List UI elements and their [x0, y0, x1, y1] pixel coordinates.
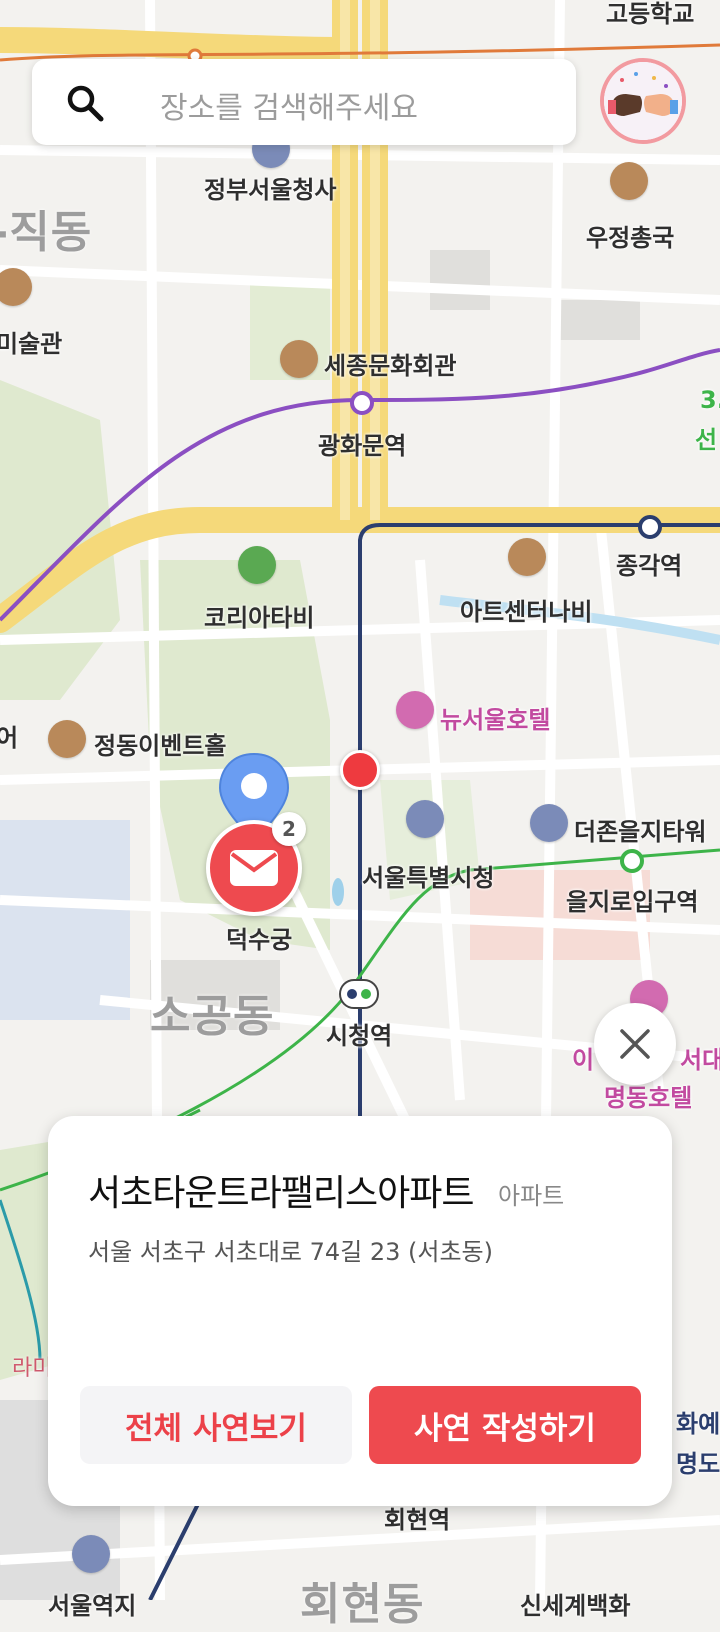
place-card: 서초타운트라팰리스아파트 아파트 서울 서초구 서초대로 74길 23 (서초동… [48, 1116, 672, 1506]
map-label: 종각역 [616, 552, 683, 580]
map-label: 정동이벤트홀 [94, 732, 227, 760]
map-label: 신세계백화 [520, 1592, 631, 1620]
map-label: 명도 [676, 1450, 720, 1478]
hotel-icon [396, 691, 434, 729]
map-label: 세종문화회관 [324, 352, 457, 380]
gallery-icon [508, 538, 546, 576]
map-label: 을지로입구역 [566, 888, 699, 916]
map-label: 뉴서울호텔 [440, 706, 551, 734]
map-label: 화예 [676, 1410, 720, 1438]
search-input[interactable]: 장소를 검색해주세요 [160, 83, 418, 127]
theater-icon [280, 340, 318, 378]
map-label: 아트센터나비 [460, 598, 593, 626]
mail-icon [230, 850, 278, 886]
profile-avatar[interactable] [600, 58, 686, 144]
map-label: 미술관 [0, 330, 63, 358]
post-office-icon [610, 162, 648, 200]
map-label: 시청역 [326, 1022, 393, 1050]
close-button[interactable] [594, 1003, 676, 1085]
map-label: 서대 [680, 1046, 720, 1074]
map-label: 선 [695, 426, 718, 454]
map-label: 명동호텔 [604, 1084, 693, 1112]
cityhall-icon [406, 800, 444, 838]
search-bar[interactable]: 장소를 검색해주세요 [32, 59, 576, 145]
map-label: 서울특별시청 [362, 864, 495, 892]
map-label: 이 [572, 1046, 595, 1074]
story-count-badge: 2 [272, 812, 306, 846]
map-label: 3. [700, 386, 720, 414]
map-label: 광화문역 [318, 432, 407, 460]
bus-icon [72, 1535, 110, 1573]
current-location-marker [340, 750, 380, 790]
map-label: 소공동 [150, 991, 275, 1042]
place-title: 서초타운트라팰리스아파트 [88, 1173, 474, 1214]
map-label: 덕수궁 [226, 926, 293, 954]
map-label: -직동 [0, 207, 93, 258]
map-label: 서울역지 [48, 1592, 137, 1620]
building-icon [530, 804, 568, 842]
place-address: 서울 서초구 서초대로 74길 23 (서초동) [88, 1238, 493, 1266]
write-story-button[interactable]: 사연 작성하기 [369, 1386, 641, 1464]
map-label: 코리아타비 [204, 604, 315, 632]
search-icon [67, 85, 104, 122]
map-label: 정부서울청사 [204, 176, 337, 204]
map-label: 회현동 [300, 1579, 425, 1630]
map-label: 더존을지타워 [574, 818, 707, 846]
map-label: 라미 [12, 1356, 53, 1381]
golf-icon [238, 546, 276, 584]
theater-icon [48, 720, 86, 758]
map-label: 어 [0, 724, 19, 752]
place-type: 아파트 [498, 1182, 565, 1210]
close-icon [620, 1029, 650, 1059]
view-all-stories-button[interactable]: 전체 사연보기 [80, 1386, 352, 1464]
map-label: 우정총국 [586, 224, 675, 252]
fist-bump-icon [604, 62, 682, 140]
map-label: 고등학교 [606, 0, 695, 28]
